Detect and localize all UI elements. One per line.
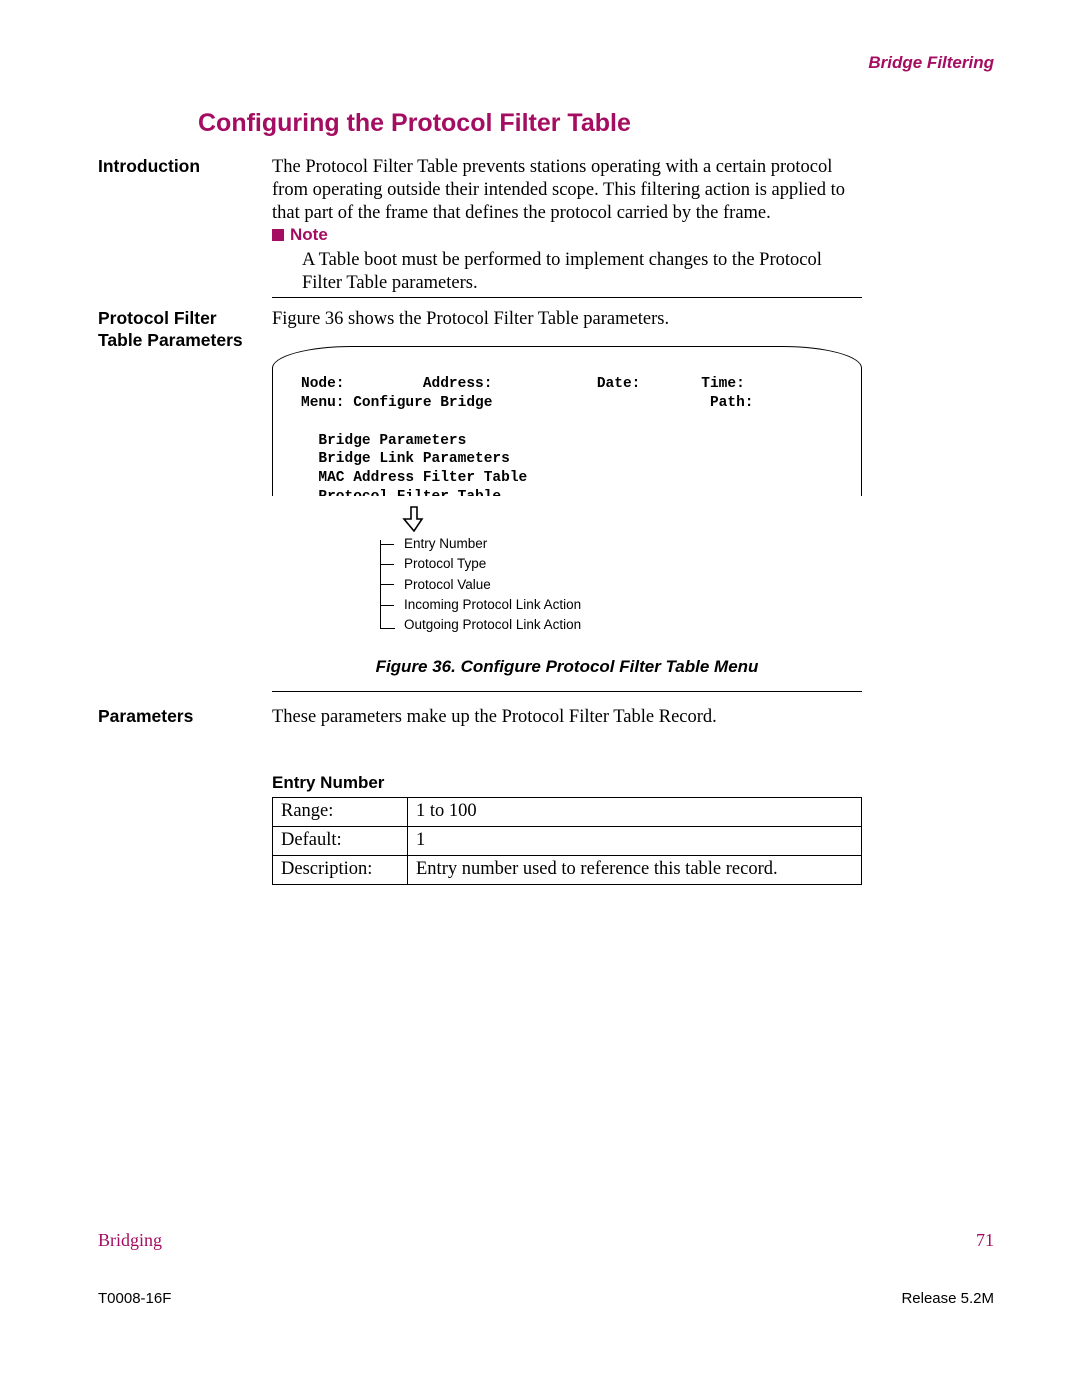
parameters-text: These parameters make up the Protocol Fi… — [272, 706, 862, 729]
menu-item-3: MAC Address Filter Table — [318, 470, 527, 486]
menu-item-1: Bridge Parameters — [318, 433, 466, 449]
footer-release: Release 5.2M — [901, 1290, 994, 1309]
subitem-1: Entry Number — [404, 536, 487, 551]
entry-number-table: Range: 1 to 100 Default: 1 Description: … — [272, 797, 862, 885]
cell-description-val: Entry number used to reference this tabl… — [408, 856, 862, 885]
label-protocol-filter-table-parameters: Protocol Filter Table Parameters — [98, 308, 258, 352]
footer-row-2: T0008-16F Release 5.2M — [98, 1290, 994, 1309]
introduction-text: The Protocol Filter Table prevents stati… — [272, 156, 862, 225]
cell-range-key: Range: — [273, 798, 408, 827]
footer-row-1: Bridging 71 — [98, 1229, 994, 1269]
note-heading: Note — [290, 225, 328, 244]
table-row: Description: Entry number used to refere… — [273, 856, 862, 885]
figure-caption: Figure 36. Configure Protocol Filter Tab… — [272, 656, 862, 677]
note-heading-row: Note — [272, 224, 862, 247]
menu-text: Node: Address: Date: Time: Menu: Configu… — [301, 375, 753, 507]
label-parameters: Parameters — [98, 706, 258, 728]
menu-line-1: Node: Address: Date: Time: — [301, 376, 745, 392]
cell-default-val: 1 — [408, 827, 862, 856]
divider-1 — [272, 297, 862, 298]
footer-section-name: Bridging — [98, 1230, 162, 1250]
subitem-2: Protocol Type — [404, 556, 486, 571]
note-block: Note A Table boot must be performed to i… — [272, 224, 862, 295]
figure-36: Node: Address: Date: Time: Menu: Configu… — [272, 346, 862, 504]
menu-line-2: Menu: Configure Bridge Path: — [301, 395, 753, 411]
table-row: Default: 1 — [273, 827, 862, 856]
menu-screenshot: Node: Address: Date: Time: Menu: Configu… — [272, 346, 862, 504]
divider-2 — [272, 691, 862, 692]
footer-doc-id: T0008-16F — [98, 1290, 171, 1307]
cell-description-key: Description: — [273, 856, 408, 885]
protocol-filter-params-text: Figure 36 shows the Protocol Filter Tabl… — [272, 308, 862, 331]
subitem-4: Incoming Protocol Link Action — [404, 597, 581, 612]
cell-range-val: 1 to 100 — [408, 798, 862, 827]
subitem-5: Outgoing Protocol Link Action — [404, 617, 581, 632]
menu-wave-edge — [273, 496, 863, 512]
page-header-section: Bridge Filtering — [868, 52, 994, 73]
note-text: A Table boot must be performed to implem… — [302, 249, 862, 295]
entry-number-heading: Entry Number — [272, 772, 384, 793]
table-row: Range: 1 to 100 — [273, 798, 862, 827]
cell-default-key: Default: — [273, 827, 408, 856]
menu-item-4: Protocol Filter Table — [318, 489, 501, 505]
subitem-3: Protocol Value — [404, 577, 491, 592]
menu-item-2: Bridge Link Parameters — [318, 451, 509, 467]
page-title: Configuring the Protocol Filter Table — [198, 108, 631, 139]
footer-page-number: 71 — [976, 1229, 994, 1252]
note-bullet-icon — [272, 229, 284, 241]
subitem-list: Entry Number Protocol Type Protocol Valu… — [380, 534, 581, 635]
label-introduction: Introduction — [98, 156, 258, 178]
